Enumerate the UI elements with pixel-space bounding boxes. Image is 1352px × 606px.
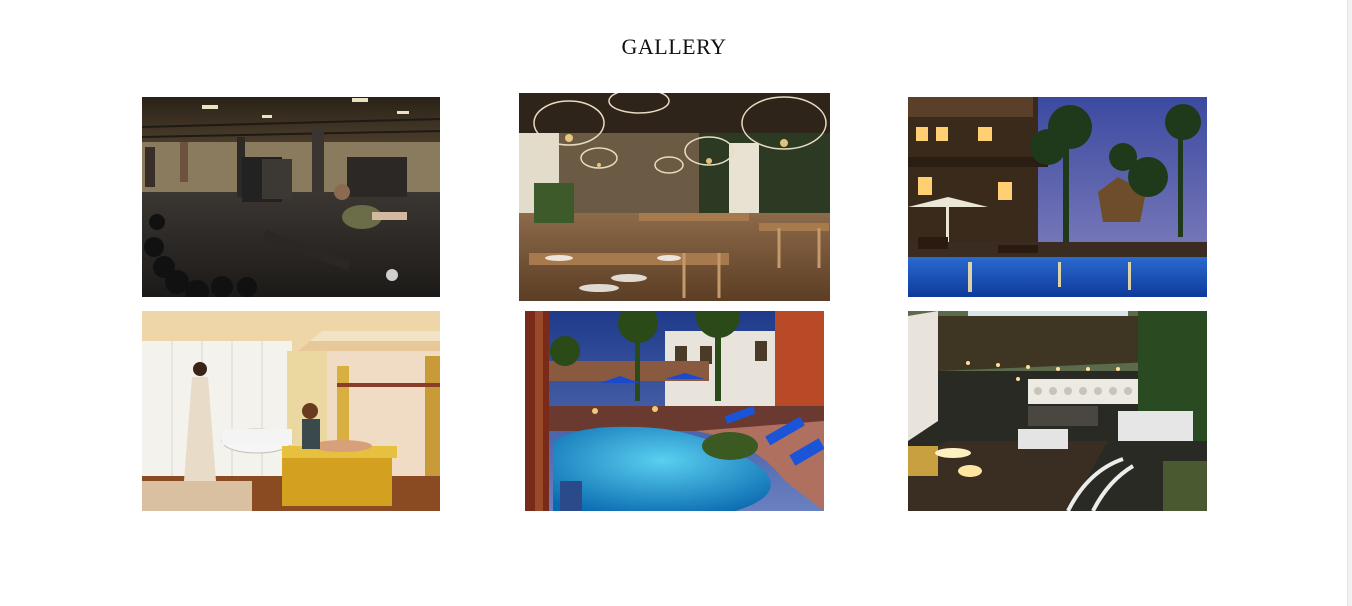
gallery-image-resort-night[interactable]	[908, 97, 1207, 297]
spa-photo	[142, 311, 440, 511]
resort-night-photo	[908, 97, 1207, 297]
terrace-photo	[908, 311, 1207, 511]
gallery-image-restaurant[interactable]	[519, 93, 830, 301]
restaurant-photo	[519, 93, 830, 301]
gallery-image-terrace[interactable]	[908, 311, 1207, 511]
gym-photo	[142, 97, 440, 297]
gallery-title: GALLERY	[621, 34, 727, 59]
page-scrollbar[interactable]	[1347, 0, 1352, 606]
pool-photo	[525, 311, 824, 511]
gallery-image-gym[interactable]	[142, 97, 440, 297]
gallery-image-spa[interactable]	[142, 311, 440, 511]
gallery-image-pool[interactable]	[525, 311, 824, 511]
gallery-page: GALLERY	[0, 0, 1352, 606]
